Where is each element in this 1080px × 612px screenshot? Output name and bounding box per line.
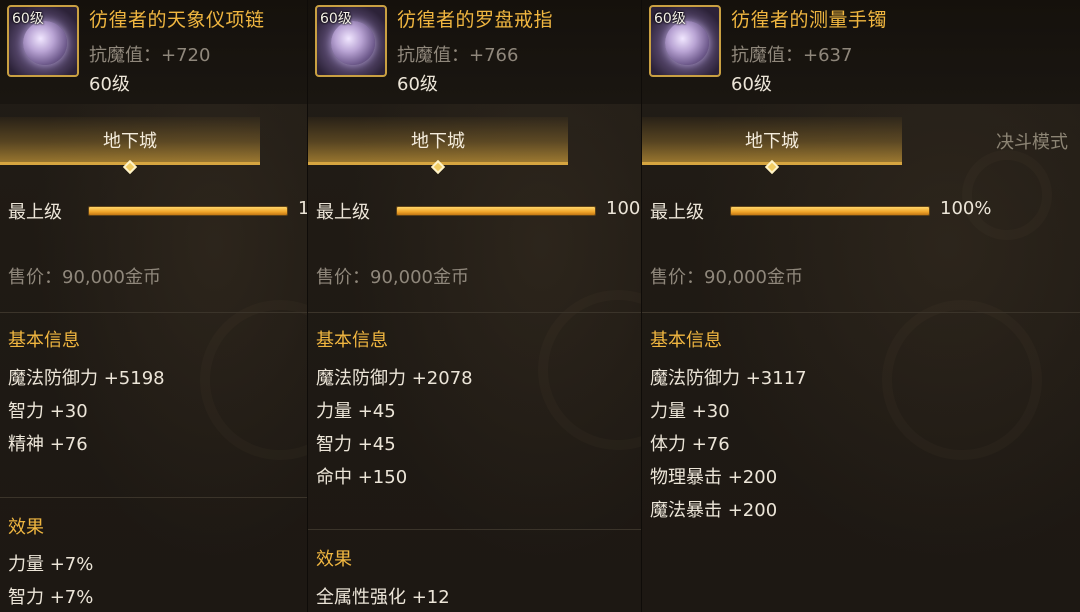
magic-resist-value: 抗魔值：+720 xyxy=(89,45,211,66)
mode-tabs: 地下城 xyxy=(308,117,641,175)
item-tooltip-necklace: 60级 彷徨者的天象仪项链 抗魔值：+720 60级 地下城 最上级 100% … xyxy=(0,0,307,612)
grade-row: 最上级 100% xyxy=(316,198,641,224)
active-tab-marker-icon xyxy=(122,159,138,175)
grade-bar xyxy=(88,206,288,216)
stat-line: 魔法暴击 +200 xyxy=(650,500,778,521)
necklace-icon[interactable]: 60级 xyxy=(7,5,79,77)
mode-tabs: 地下城 xyxy=(0,117,307,175)
item-level: 60级 xyxy=(397,74,438,95)
tab-dungeon[interactable]: 地下城 xyxy=(0,117,260,175)
grade-percent: 100% xyxy=(298,198,307,219)
grade-percent: 100% xyxy=(940,198,992,219)
item-name: 彷徨者的测量手镯 xyxy=(731,9,888,31)
grade-row: 最上级 100% xyxy=(650,198,1080,224)
sell-price: 售价：90,000金币 xyxy=(316,267,469,288)
grade-label: 最上级 xyxy=(316,202,370,223)
stat-line: 精神 +76 xyxy=(8,434,88,455)
icon-level-badge: 60级 xyxy=(654,11,686,27)
item-name: 彷徨者的罗盘戒指 xyxy=(397,9,554,31)
magic-resist-value: 抗魔值：+766 xyxy=(397,45,519,66)
item-tooltip-bracelet: 60级 彷徨者的测量手镯 抗魔值：+637 60级 地下城 决斗模式 最上级 1… xyxy=(641,0,1080,612)
tab-label: 地下城 xyxy=(411,130,465,152)
stat-line: 魔法防御力 +5198 xyxy=(8,368,165,389)
basic-info-title: 基本信息 xyxy=(650,330,722,351)
stat-line: 命中 +150 xyxy=(316,467,408,488)
stat-line: 智力 +30 xyxy=(8,401,88,422)
item-level: 60级 xyxy=(89,74,130,95)
magic-resist-value: 抗魔值：+637 xyxy=(731,45,853,66)
active-tab-marker-icon xyxy=(430,159,446,175)
background-emblem xyxy=(538,290,641,450)
item-name: 彷徨者的天象仪项链 xyxy=(89,9,265,31)
divider xyxy=(308,312,641,313)
bracelet-icon[interactable]: 60级 xyxy=(649,5,721,77)
stat-line: 力量 +30 xyxy=(650,401,730,422)
divider xyxy=(642,312,1080,313)
mode-tabs: 地下城 决斗模式 xyxy=(642,117,1080,175)
divider xyxy=(0,497,307,498)
item-header: 60级 彷徨者的天象仪项链 抗魔值：+720 60级 xyxy=(0,0,307,104)
stat-line: 魔法防御力 +2078 xyxy=(316,368,473,389)
effect-line: 全属性强化 +12 xyxy=(316,587,450,608)
grade-bar xyxy=(396,206,596,216)
grade-label: 最上级 xyxy=(8,202,62,223)
stat-line: 智力 +45 xyxy=(316,434,396,455)
background-emblem xyxy=(882,300,1042,460)
effect-title: 效果 xyxy=(8,517,44,538)
sell-price: 售价：90,000金币 xyxy=(8,267,161,288)
basic-info-title: 基本信息 xyxy=(8,330,80,351)
effect-line: 力量 +7% xyxy=(8,554,94,575)
grade-percent: 100% xyxy=(606,198,641,219)
divider xyxy=(308,529,641,530)
tab-label: 地下城 xyxy=(745,130,799,152)
ring-icon[interactable]: 60级 xyxy=(315,5,387,77)
stat-line: 物理暴击 +200 xyxy=(650,467,778,488)
tab-label: 地下城 xyxy=(103,130,157,152)
stat-line: 体力 +76 xyxy=(650,434,730,455)
basic-info-title: 基本信息 xyxy=(316,330,388,351)
divider xyxy=(0,312,307,313)
grade-label: 最上级 xyxy=(650,202,704,223)
item-tooltip-ring: 60级 彷徨者的罗盘戒指 抗魔值：+766 60级 地下城 最上级 100% 售… xyxy=(307,0,641,612)
stat-line: 力量 +45 xyxy=(316,401,396,422)
tab-dungeon[interactable]: 地下城 xyxy=(642,117,902,175)
item-header: 60级 彷徨者的罗盘戒指 抗魔值：+766 60级 xyxy=(308,0,641,104)
stat-line: 魔法防御力 +3117 xyxy=(650,368,807,389)
item-header: 60级 彷徨者的测量手镯 抗魔值：+637 60级 xyxy=(642,0,1080,104)
effect-title: 效果 xyxy=(316,549,352,570)
icon-level-badge: 60级 xyxy=(12,11,44,27)
sell-price: 售价：90,000金币 xyxy=(650,267,803,288)
tab-dungeon[interactable]: 地下城 xyxy=(308,117,568,175)
background-emblem xyxy=(200,300,307,460)
icon-level-badge: 60级 xyxy=(320,11,352,27)
item-level: 60级 xyxy=(731,74,772,95)
tab-duel-mode[interactable]: 决斗模式 xyxy=(942,117,1080,165)
tab-label: 决斗模式 xyxy=(996,132,1068,153)
grade-row: 最上级 100% xyxy=(8,198,307,224)
active-tab-marker-icon xyxy=(764,159,780,175)
effect-line: 智力 +7% xyxy=(8,587,94,608)
grade-bar xyxy=(730,206,930,216)
